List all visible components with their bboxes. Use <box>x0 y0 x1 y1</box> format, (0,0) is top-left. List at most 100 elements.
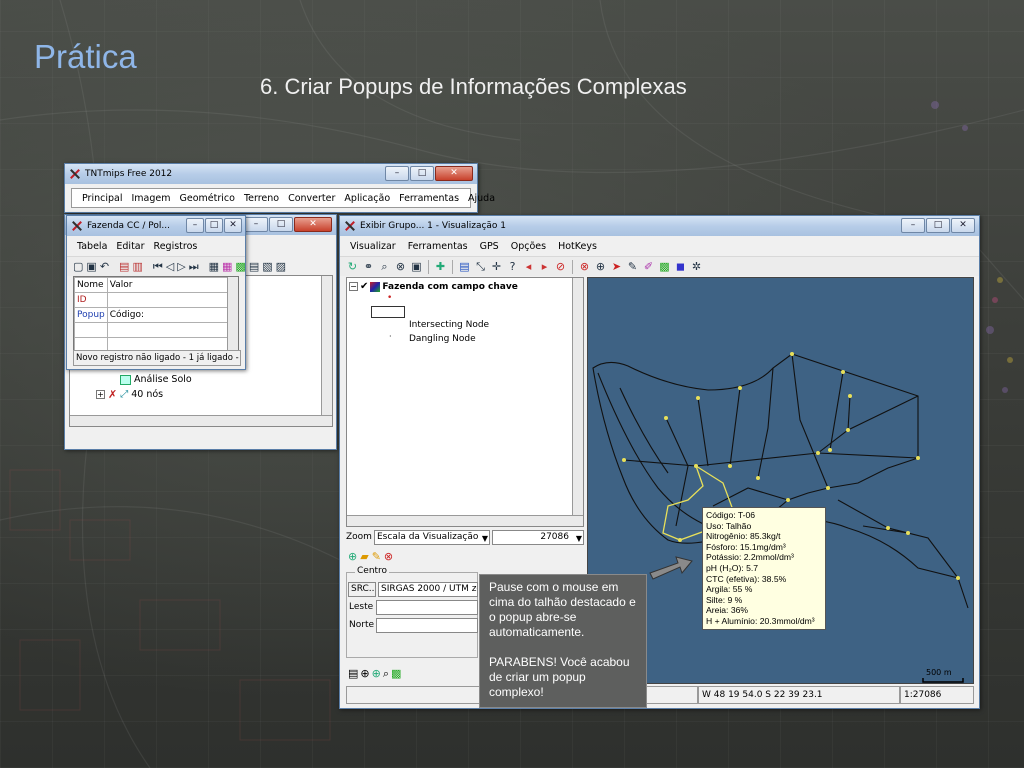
minimize-button[interactable]: – <box>244 217 268 232</box>
table-row[interactable] <box>74 322 233 338</box>
pan-right-icon[interactable]: ▸ <box>538 260 551 273</box>
main-titlebar[interactable]: TNTmips Free 2012 – □ ✕ <box>65 164 477 184</box>
column-header-nome[interactable]: Nome <box>74 277 108 293</box>
layer-controls-icon[interactable]: ⚭ <box>362 260 375 273</box>
collapse-icon[interactable]: − <box>349 282 358 291</box>
last-record-icon[interactable]: ⏭ <box>189 260 199 273</box>
binoculars-icon[interactable]: ⊗ <box>394 260 407 273</box>
zoom-icon[interactable]: ⊕ <box>594 260 607 273</box>
tree-item-analise-solo[interactable]: Análise Solo <box>120 374 192 385</box>
cancel-draw-icon[interactable]: ⊗ <box>578 260 591 273</box>
menu-editar[interactable]: Editar <box>116 241 144 252</box>
src-button[interactable]: SRC... <box>348 582 376 597</box>
chevron-down-icon[interactable]: ▼ <box>576 532 582 544</box>
gps-icon[interactable]: ▩ <box>391 667 401 681</box>
table-row[interactable]: ID <box>74 292 233 308</box>
close-button[interactable]: ✕ <box>294 217 332 232</box>
menu-aplicacao[interactable]: Aplicação <box>344 193 390 204</box>
edit-icon[interactable]: ✎ <box>372 550 381 563</box>
form-view-icon[interactable]: ▩ <box>235 260 245 273</box>
paint-icon[interactable]: ✐ <box>642 260 655 273</box>
settings-icon[interactable]: ✲ <box>690 260 703 273</box>
table-titlebar[interactable]: Fazenda CC / Pol... – □ ✕ <box>67 216 245 236</box>
table-view-icon[interactable]: ▦ <box>209 260 219 273</box>
menu-visualizar[interactable]: Visualizar <box>350 241 396 252</box>
menu-terreno[interactable]: Terreno <box>244 193 279 204</box>
menu-ferramentas[interactable]: Ferramentas <box>399 193 459 204</box>
zoom-mode-select[interactable]: Escala da Visualização ▼ <box>374 530 490 545</box>
menu-registros[interactable]: Registros <box>154 241 198 252</box>
pointer-icon[interactable]: ➤ <box>610 260 623 273</box>
stop-icon[interactable]: ⊘ <box>554 260 567 273</box>
close-button[interactable]: ✕ <box>435 166 473 181</box>
horizontal-scrollbar[interactable] <box>70 415 332 426</box>
single-view-icon[interactable]: ▧ <box>262 260 272 273</box>
maximize-button[interactable]: □ <box>205 218 223 233</box>
menu-gps[interactable]: GPS <box>480 241 499 252</box>
legend-layer-row[interactable]: − ✔ Fazenda com campo chave <box>349 281 518 292</box>
minimize-button[interactable]: – <box>385 166 409 181</box>
horizontal-scrollbar[interactable] <box>347 515 583 526</box>
layers-icon[interactable]: ◼ <box>674 260 687 273</box>
new-record-icon[interactable]: ▢ <box>73 260 83 273</box>
next-record-icon[interactable]: ▷ <box>177 260 185 273</box>
vertical-scrollbar[interactable] <box>572 278 583 516</box>
vertical-scrollbar[interactable] <box>227 277 238 359</box>
list-view-icon[interactable]: ▤ <box>249 260 259 273</box>
close-button[interactable]: ✕ <box>951 218 975 233</box>
menu-ajuda[interactable]: Ajuda <box>468 193 495 204</box>
cancel-icon[interactable]: ⊗ <box>384 550 393 563</box>
maximize-button[interactable]: □ <box>410 166 434 181</box>
pan-left-icon[interactable]: ◂ <box>522 260 535 273</box>
measure-icon[interactable]: ⤡ <box>474 260 487 273</box>
maximize-button[interactable]: □ <box>269 217 293 232</box>
zoom-value-field[interactable]: 27086 ▼ <box>492 530 584 545</box>
redraw-icon[interactable]: ↻ <box>346 260 359 273</box>
field-value-cell[interactable]: Código: <box>106 307 233 323</box>
previous-record-icon[interactable]: ◁ <box>166 260 174 273</box>
zoom-extent-icon[interactable]: ⊕ <box>372 667 381 681</box>
magnifier-icon[interactable]: ⌕ <box>383 667 389 681</box>
table-row[interactable]: Popup Código: <box>74 307 233 323</box>
save-icon[interactable]: ▣ <box>86 260 96 273</box>
first-record-icon[interactable]: ⏮ <box>153 260 163 273</box>
menu-converter[interactable]: Converter <box>288 193 335 204</box>
menu-geometrico[interactable]: Geométrico <box>180 193 235 204</box>
sketch-icon[interactable]: ✛ <box>490 260 503 273</box>
menu-opcoes[interactable]: Opções <box>511 241 546 252</box>
chevron-down-icon[interactable]: ▼ <box>482 532 488 544</box>
menu-principal[interactable]: Principal <box>82 193 122 204</box>
expand-icon[interactable]: + <box>96 390 105 399</box>
checkbox-icon[interactable]: ✔ <box>360 281 368 292</box>
undo-icon[interactable]: ↶ <box>100 260 109 273</box>
folder-icon[interactable]: ▰ <box>360 550 368 563</box>
delete-record-icon[interactable]: ▥ <box>132 260 142 273</box>
minimize-button[interactable]: – <box>186 218 204 233</box>
close-button[interactable]: ✕ <box>224 218 242 233</box>
list-icon[interactable]: ▤ <box>348 667 358 681</box>
zoom-in-icon[interactable]: ⊕ <box>348 550 357 563</box>
image-icon[interactable]: ▩ <box>658 260 671 273</box>
menu-ferramentas[interactable]: Ferramentas <box>408 241 468 252</box>
add-layer-icon[interactable]: ✚ <box>434 260 447 273</box>
vertical-scrollbar[interactable] <box>321 276 332 416</box>
select-icon[interactable]: ▤ <box>458 260 471 273</box>
menu-hotkeys[interactable]: HotKeys <box>558 241 597 252</box>
src-value-field[interactable]: SIRGAS 2000 / UTM zon <box>378 582 478 597</box>
menu-imagem[interactable]: Imagem <box>131 193 170 204</box>
field-value-cell[interactable] <box>106 292 233 308</box>
menu-tabela[interactable]: Tabela <box>77 241 107 252</box>
grid-view-icon[interactable]: ▦ <box>222 260 232 273</box>
export-icon[interactable]: ▨ <box>276 260 286 273</box>
data-tip-icon[interactable]: ? <box>506 260 519 273</box>
camera-icon[interactable]: ▣ <box>410 260 423 273</box>
pencil-icon[interactable]: ✎ <box>626 260 639 273</box>
norte-input[interactable] <box>376 618 478 633</box>
zoom-box-icon[interactable]: ⌕ <box>378 260 391 273</box>
zoom-in-icon[interactable]: ⊕ <box>360 667 369 681</box>
edit-record-icon[interactable]: ▤ <box>119 260 129 273</box>
tree-item-nodes[interactable]: + ✗ ⤢ 40 nós <box>96 388 163 401</box>
view-titlebar[interactable]: Exibir Grupo... 1 - Visualização 1 – □ ✕ <box>340 216 979 236</box>
column-header-valor[interactable]: Valor <box>106 277 233 293</box>
minimize-button[interactable]: – <box>901 218 925 233</box>
